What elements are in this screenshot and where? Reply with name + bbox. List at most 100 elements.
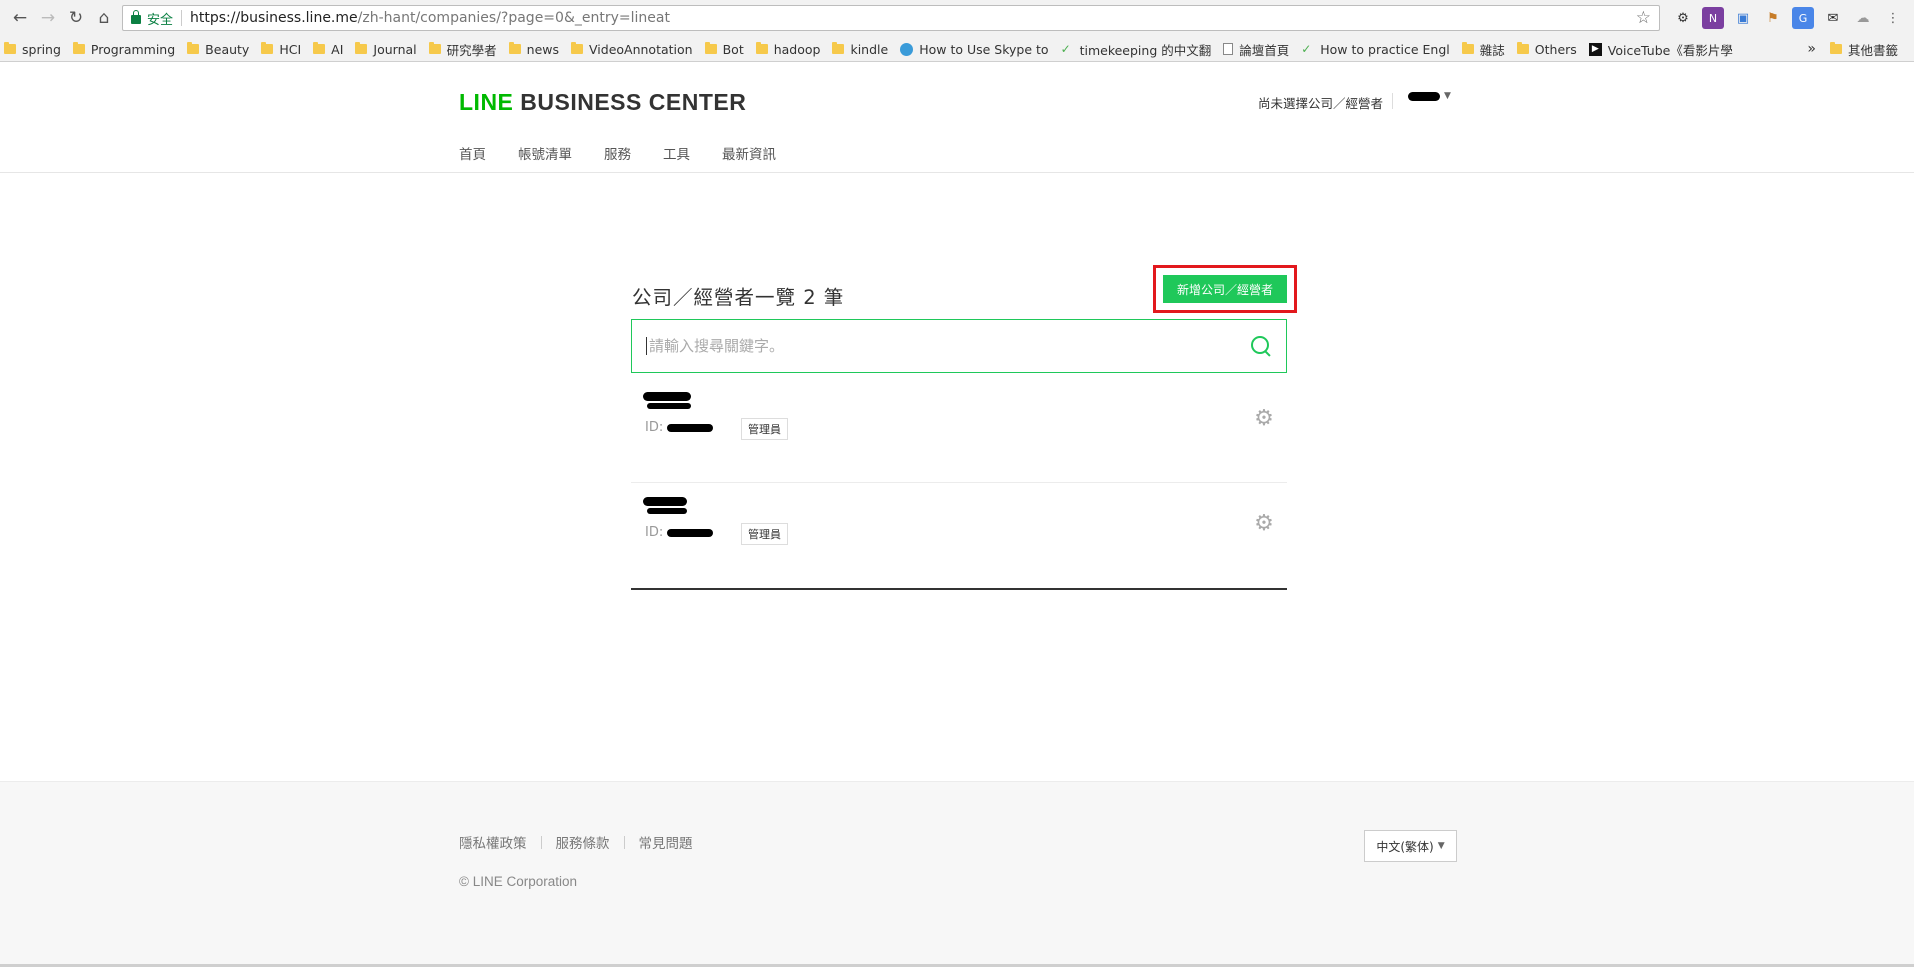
address-divider [181,10,183,26]
translate-extension-icon[interactable]: G [1792,7,1814,29]
bookmark-item[interactable]: How to Use Skype to [900,42,1049,57]
folder-icon [428,42,441,54]
browser-toolbar: ← → ↻ ⌂ 安全 https://business.line.me /zh-… [0,0,1914,36]
redacted-id [667,528,714,537]
nav-services[interactable]: 服務 [604,143,631,163]
folder-icon [187,42,200,54]
footer-divider [623,835,625,849]
company-row[interactable]: ID: 管理員 ⚙ [631,378,1287,483]
id-label: ID: [645,525,664,540]
folder-icon [1461,42,1474,54]
folder-icon [4,42,16,54]
gear-icon[interactable]: ⚙ [1253,408,1275,430]
faq-link[interactable]: 常見問題 [639,832,693,852]
bookmark-item[interactable]: VideoAnnotation [571,42,693,57]
search-icon[interactable] [1250,335,1272,357]
company-name [643,497,687,514]
bookmark-label: spring [22,41,61,57]
main-nav: 首頁 帳號清單 服務 工具 最新資訊 [459,143,808,163]
globe-icon [900,42,914,56]
bookmark-item[interactable]: ▶ VoiceTube《看影片學 [1588,40,1733,59]
bookmark-item[interactable]: Bot [704,42,744,57]
logo-business-center: BUSINESS CENTER [520,89,747,115]
folder-icon [508,42,521,54]
url-path: /zh-hant/companies/?page=0&_entry=lineat [357,10,670,26]
role-badge: 管理員 [741,418,788,440]
bookmark-item[interactable]: Others [1516,42,1577,57]
leaf-icon: ✓ [1060,41,1071,56]
redacted-company-name [643,392,691,401]
header-divider [1392,93,1393,109]
menu-icon[interactable]: ⋮ [1882,7,1904,29]
bookmark-item[interactable]: 論壇首頁 [1223,40,1289,59]
leaf-icon: ✓ [1301,41,1312,56]
bookmark-item[interactable]: Beauty [187,42,249,57]
bookmark-label: AI [331,41,344,57]
privacy-policy-link[interactable]: 隱私權政策 [459,832,527,852]
bookmark-item[interactable]: HCI [261,42,301,57]
bookmark-item[interactable]: kindle [832,42,888,57]
chat-extension-icon[interactable]: ✉ [1822,7,1844,29]
role-badge: 管理員 [741,523,788,545]
bookmark-item[interactable]: 研究學者 [428,40,497,59]
bookmark-item[interactable]: Programming [72,42,175,57]
nav-account-list[interactable]: 帳號清單 [518,143,572,163]
nav-news[interactable]: 最新資訊 [722,143,776,163]
bookmark-item[interactable]: ✓ timekeeping 的中文翻 [1061,40,1212,59]
company-selector[interactable]: 尚未選擇公司／經營者 [1258,93,1383,112]
search-box [631,319,1287,373]
language-value: 中文(繁体) [1376,839,1434,854]
footer-divider [540,835,542,849]
nav-home[interactable]: 首頁 [459,143,486,163]
back-icon[interactable]: ← [6,4,34,32]
bookmark-label: VideoAnnotation [589,41,693,57]
terms-of-service-link[interactable]: 服務條款 [556,832,610,852]
url-host: https://business.line.me [190,10,358,26]
forward-icon[interactable]: → [34,4,62,32]
cloud-extension-icon[interactable]: ☁ [1852,7,1874,29]
line-business-center-logo[interactable]: LINE BUSINESS CENTER [459,89,746,116]
language-select[interactable]: 中文(繁体) ▼ [1364,830,1457,862]
address-bar[interactable]: 安全 https://business.line.me /zh-hant/com… [122,5,1660,31]
user-menu[interactable]: ▼ [1408,91,1451,101]
home-icon[interactable]: ⌂ [90,4,118,32]
voicetube-icon: ▶ [1588,42,1602,56]
bookmark-item[interactable]: AI [313,42,343,57]
flag-extension-icon[interactable]: ⚑ [1762,7,1784,29]
company-row[interactable]: ID: 管理員 ⚙ [631,483,1287,588]
nav-tools[interactable]: 工具 [663,143,690,163]
bookmark-item[interactable]: Journal [355,42,417,57]
redacted-username [1408,91,1440,101]
site-header: LINE BUSINESS CENTER 尚未選擇公司／經營者 ▼ 首頁 帳號清… [0,62,1914,173]
bookmarks-overflow-icon[interactable]: » [1807,41,1816,57]
reload-icon[interactable]: ↻ [62,4,90,32]
onenote-extension-icon[interactable]: N [1702,7,1724,29]
bookmark-label: 雜誌 [1479,42,1505,58]
bookmark-item[interactable]: 雜誌 [1461,40,1505,59]
bookmark-label: kindle [850,41,889,57]
settings-extension-icon[interactable]: ⚙ [1672,7,1694,29]
bookmark-item[interactable]: news [508,41,560,57]
bookmark-label: news [526,41,560,57]
search-input[interactable] [646,337,1250,355]
screenshot-extension-icon[interactable]: ▣ [1732,7,1754,29]
bookmark-item[interactable]: hadoop [755,42,820,57]
page-title: 公司／經營者一覽 2 筆 [632,286,845,309]
folder-icon [704,42,717,54]
bookmark-item[interactable]: ✓ How to practice Engl [1301,42,1450,57]
redacted-company-name [643,497,687,506]
gear-icon[interactable]: ⚙ [1253,513,1275,535]
add-company-button[interactable]: 新增公司／經營者 [1163,275,1287,303]
main-content: 公司／經營者一覽 2 筆 新增公司／經營者 ID: 管理員 ⚙ ID: [0,173,1914,779]
folder-icon [355,42,368,54]
bookmark-item[interactable]: spring [4,42,61,57]
redacted-company-name [647,403,691,409]
other-bookmarks[interactable]: 其他書籤 [1829,40,1898,59]
folder-icon [313,42,326,54]
folder-icon [1516,42,1529,54]
chevron-down-icon: ▼ [1444,91,1451,101]
bookmark-star-icon[interactable]: ☆ [1636,8,1651,28]
company-name [643,392,691,409]
bookmarks-bar: spring Programming Beauty HCI AI Journal 研究學者 n… [0,36,1914,62]
secure-label: 安全 [147,12,174,28]
